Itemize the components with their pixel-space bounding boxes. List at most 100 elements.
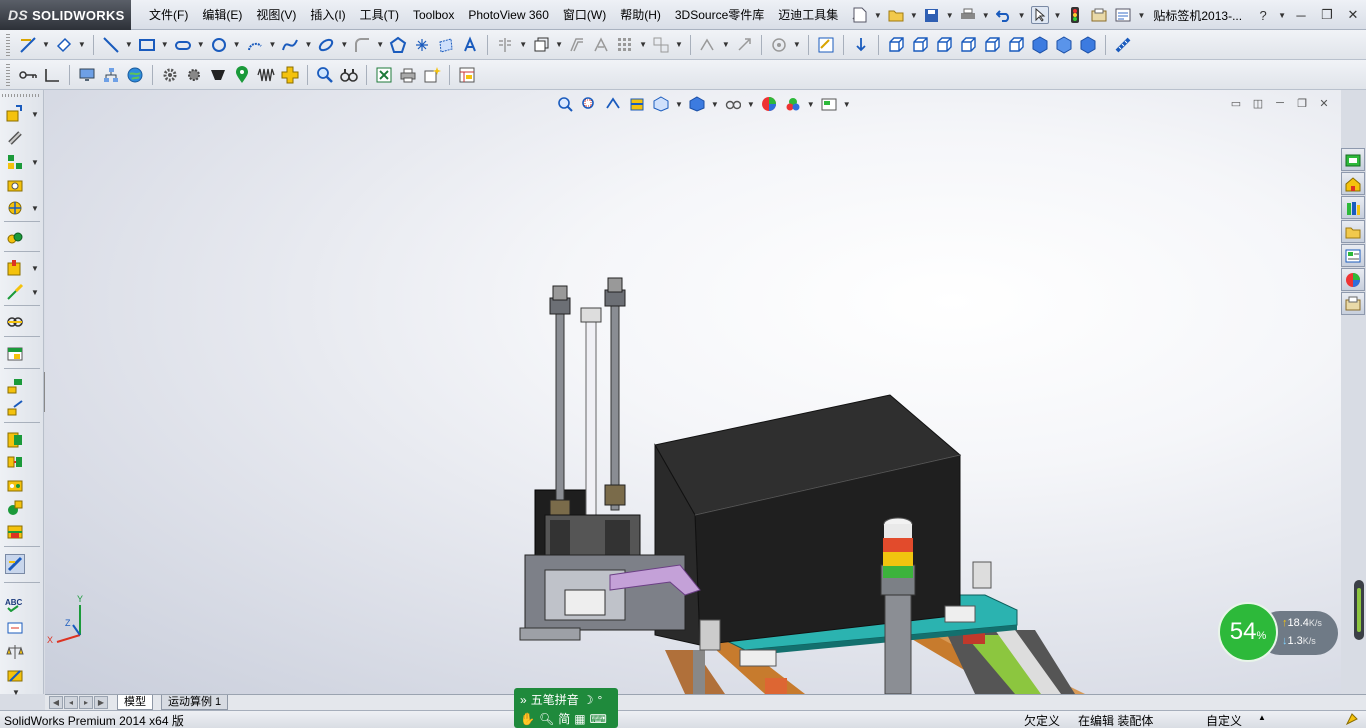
- chevron-down-icon[interactable]: ▼: [42, 40, 50, 49]
- offset-entities-icon[interactable]: [567, 35, 587, 55]
- chevron-down-icon[interactable]: ▼: [31, 264, 39, 273]
- solidworks-resources-tab-icon[interactable]: [1341, 148, 1365, 171]
- line-icon[interactable]: [101, 35, 121, 55]
- new-sparkle-icon[interactable]: [422, 65, 442, 85]
- chevron-down-icon[interactable]: ▼: [340, 40, 348, 49]
- chevron-down-icon[interactable]: ▼: [31, 158, 39, 167]
- assembly-features-icon[interactable]: [5, 258, 25, 278]
- help-icon[interactable]: ?: [1253, 6, 1273, 24]
- sketch-icon[interactable]: [18, 35, 38, 55]
- chevron-down-icon[interactable]: ▼: [78, 40, 86, 49]
- home-icon[interactable]: [1341, 172, 1365, 195]
- chevron-down-icon[interactable]: ▼: [31, 204, 39, 213]
- chevron-down-icon[interactable]: ▼: [793, 40, 801, 49]
- menu-view[interactable]: 视图(V): [249, 0, 303, 30]
- view-right-icon[interactable]: [958, 35, 978, 55]
- view-bottom-icon[interactable]: [1006, 35, 1026, 55]
- network-icon[interactable]: [101, 65, 121, 85]
- view-front-icon[interactable]: [886, 35, 906, 55]
- options-icon[interactable]: [1114, 6, 1132, 24]
- slot-icon[interactable]: [173, 35, 193, 55]
- custom-properties-icon[interactable]: [1341, 292, 1365, 315]
- network-speed-widget[interactable]: ↑18.4K/s ↓1.3K/s 54 %: [1218, 602, 1338, 662]
- cog-settings-icon[interactable]: [184, 65, 204, 85]
- chevron-down-icon[interactable]: ▼: [946, 11, 954, 20]
- repair-sketch-icon[interactable]: [734, 35, 754, 55]
- properties-table-icon[interactable]: [457, 65, 477, 85]
- measure-icon[interactable]: [1113, 35, 1133, 55]
- chevron-down-icon[interactable]: ▼: [982, 11, 990, 20]
- chevron-up-icon[interactable]: ▲: [1258, 713, 1266, 722]
- linear-pattern-icon[interactable]: [615, 35, 635, 55]
- chevron-down-icon[interactable]: ▼: [376, 40, 384, 49]
- quick-tips-icon[interactable]: [1345, 712, 1359, 728]
- section-view-icon[interactable]: [5, 666, 25, 686]
- ime-dot-icon[interactable]: °: [597, 693, 602, 707]
- menu-help[interactable]: 帮助(H): [613, 0, 668, 30]
- interference-detection-icon[interactable]: [5, 430, 25, 450]
- view-dimetric-icon[interactable]: [1078, 35, 1098, 55]
- key-icon[interactable]: [18, 65, 38, 85]
- chevron-down-icon[interactable]: ▼: [519, 40, 527, 49]
- ime-expand-icon[interactable]: »: [520, 693, 527, 707]
- move-entities-icon[interactable]: [651, 35, 671, 55]
- minimize-icon[interactable]: ─: [1291, 6, 1311, 24]
- bill-of-materials-icon[interactable]: [5, 344, 25, 364]
- solidworks-logo[interactable]: DS SOLIDWORKS: [0, 0, 131, 30]
- arc-icon[interactable]: [245, 35, 265, 55]
- instant3d-toggle-icon[interactable]: [5, 522, 25, 542]
- labeling-machine-assembly-model[interactable]: Y X Z: [45, 90, 1341, 694]
- toolbar-grip[interactable]: [6, 63, 10, 86]
- units-selector[interactable]: 自定义: [1206, 712, 1242, 728]
- view-top-icon[interactable]: [982, 35, 1002, 55]
- spring-icon[interactable]: [256, 65, 276, 85]
- performance-evaluation-icon[interactable]: [5, 498, 25, 518]
- chevron-down-icon[interactable]: ▼: [161, 40, 169, 49]
- menu-3dsource[interactable]: 3DSource零件库: [668, 0, 771, 30]
- monitor-icon[interactable]: [77, 65, 97, 85]
- graphics-area[interactable]: ▼ ▼ ▼ ▼ ▼ ▭ ◫ ─ ❐ ✕ Y X Z: [45, 90, 1341, 694]
- mirror-entities-icon[interactable]: [495, 35, 515, 55]
- instant3d-icon[interactable]: [851, 35, 871, 55]
- undo-icon[interactable]: [995, 6, 1013, 24]
- ime-mode-label[interactable]: 简: [558, 710, 570, 727]
- chevron-down-icon[interactable]: ▼: [197, 40, 205, 49]
- menu-photoview[interactable]: PhotoView 360: [461, 0, 556, 30]
- menu-file[interactable]: 文件(F): [142, 0, 195, 30]
- chevron-down-icon[interactable]: ▼: [639, 40, 647, 49]
- belt-icon[interactable]: [208, 65, 228, 85]
- restore-icon[interactable]: ❐: [1317, 6, 1337, 24]
- linear-component-pattern-icon[interactable]: [5, 152, 25, 172]
- last-tab-icon[interactable]: ▶: [94, 696, 108, 709]
- ime-grid-icon[interactable]: ▦: [574, 712, 585, 726]
- spell-check-abc-icon[interactable]: ABC: [5, 594, 25, 614]
- circle-icon[interactable]: [209, 35, 229, 55]
- ellipse-icon[interactable]: [316, 35, 336, 55]
- ime-search-icon[interactable]: 🔍︎: [539, 712, 554, 726]
- mate-icon[interactable]: [5, 128, 25, 148]
- chevron-down-icon[interactable]: ▼: [31, 288, 39, 297]
- first-tab-icon[interactable]: ◀: [49, 696, 63, 709]
- tolerance-icon[interactable]: [5, 618, 25, 638]
- chevron-down-icon[interactable]: ▼: [233, 40, 241, 49]
- rectangle-icon[interactable]: [137, 35, 157, 55]
- convert-entities-icon[interactable]: [531, 35, 551, 55]
- toolbar-grip[interactable]: [6, 33, 10, 56]
- reference-geometry-icon[interactable]: [5, 282, 25, 302]
- excel-export-icon[interactable]: [374, 65, 394, 85]
- new-document-icon[interactable]: [851, 6, 869, 24]
- menu-edit[interactable]: 编辑(E): [195, 0, 249, 30]
- chevron-down-icon[interactable]: ▼: [125, 40, 133, 49]
- smart-dimension-icon[interactable]: [54, 35, 74, 55]
- close-icon[interactable]: ✕: [1343, 6, 1363, 24]
- hole-alignment-icon[interactable]: [5, 476, 25, 496]
- quick-snaps-icon[interactable]: [769, 35, 789, 55]
- chevron-down-icon[interactable]: ▼: [31, 110, 39, 119]
- view-trimetric-icon[interactable]: [1054, 35, 1074, 55]
- location-pin-icon[interactable]: [232, 65, 252, 85]
- open-folder-icon[interactable]: [887, 6, 905, 24]
- hand-icon[interactable]: ✋: [520, 712, 535, 726]
- angle-icon[interactable]: [42, 65, 62, 85]
- new-motion-study-icon[interactable]: [5, 312, 25, 332]
- mass-properties-icon[interactable]: [5, 642, 25, 662]
